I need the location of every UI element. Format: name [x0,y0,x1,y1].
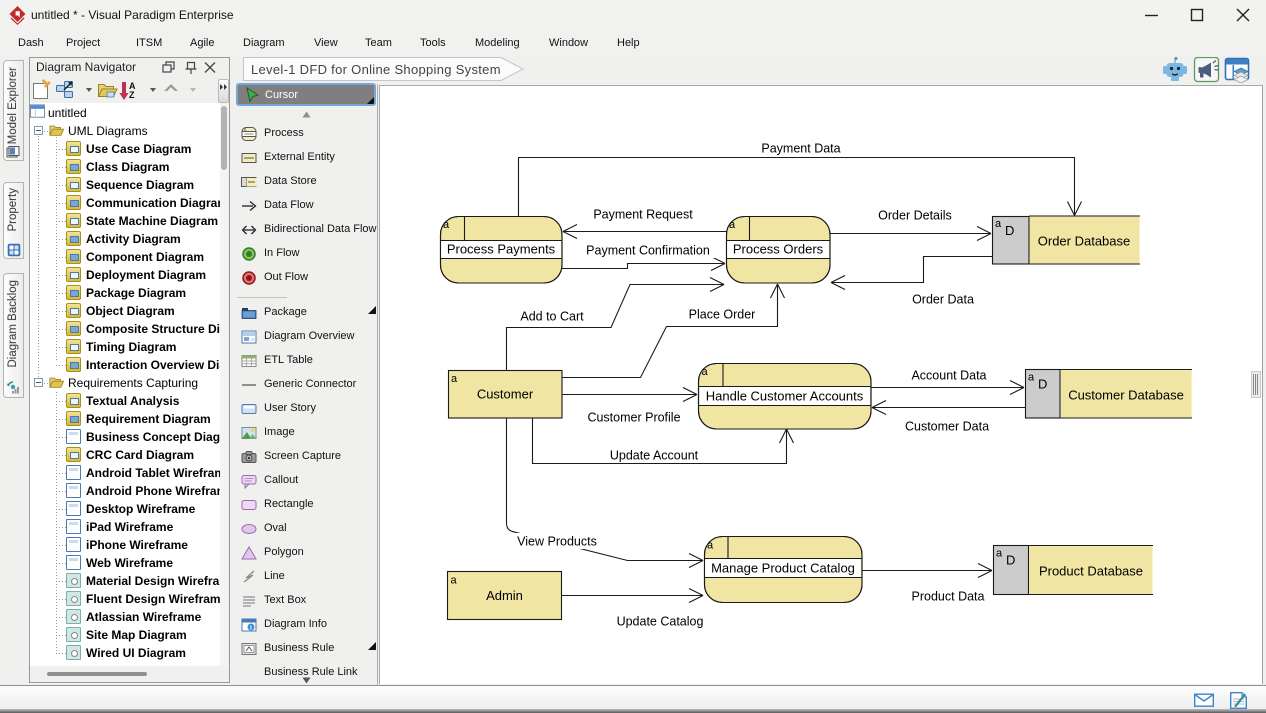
svg-text:Manage Product Catalog: Manage Product Catalog [711,561,855,576]
svg-text:i: i [250,625,252,632]
svg-text:Account Data: Account Data [911,369,986,383]
svg-text:a: a [729,219,736,231]
svg-text:Customer Data: Customer Data [905,420,989,434]
svg-text:a: a [707,540,714,552]
svg-text:Product Database: Product Database [1039,564,1143,579]
svg-text:Order Details: Order Details [878,209,952,223]
svg-text:Process Orders: Process Orders [733,242,824,257]
svg-text:a: a [451,373,458,385]
svg-text:Admin: Admin [486,588,523,603]
svg-text:a: a [996,548,1003,560]
svg-text:a: a [702,366,709,378]
svg-text:Product Data: Product Data [912,590,985,604]
svg-text:Update Catalog: Update Catalog [617,615,704,629]
svg-text:a: a [995,218,1002,230]
svg-text:View Products: View Products [517,535,597,549]
svg-text:D: D [1006,553,1015,568]
svg-text:Add to Cart: Add to Cart [520,310,584,324]
svg-text:Place Order: Place Order [689,308,756,322]
svg-text:Customer Database: Customer Database [1068,388,1184,403]
svg-text:a: a [443,219,450,231]
svg-text:Payment Request: Payment Request [593,208,693,222]
svg-text:Payment Confirmation: Payment Confirmation [586,244,710,258]
svg-text:Customer Profile: Customer Profile [587,411,680,425]
svg-text:Order Database: Order Database [1038,234,1131,249]
svg-text:Z: Z [129,90,135,100]
svg-text:Payment Data: Payment Data [761,142,840,156]
svg-text:D: D [1038,377,1047,392]
svg-text:Handle Customer Accounts: Handle Customer Accounts [706,389,864,404]
svg-text:Customer: Customer [477,387,534,402]
svg-text:Process Payments: Process Payments [447,242,556,257]
svg-text:a: a [1028,372,1035,384]
svg-text:D: D [1005,223,1014,238]
svg-text:a: a [451,575,458,587]
svg-text:Order Data: Order Data [912,293,974,307]
svg-text:Update Account: Update Account [610,449,699,463]
